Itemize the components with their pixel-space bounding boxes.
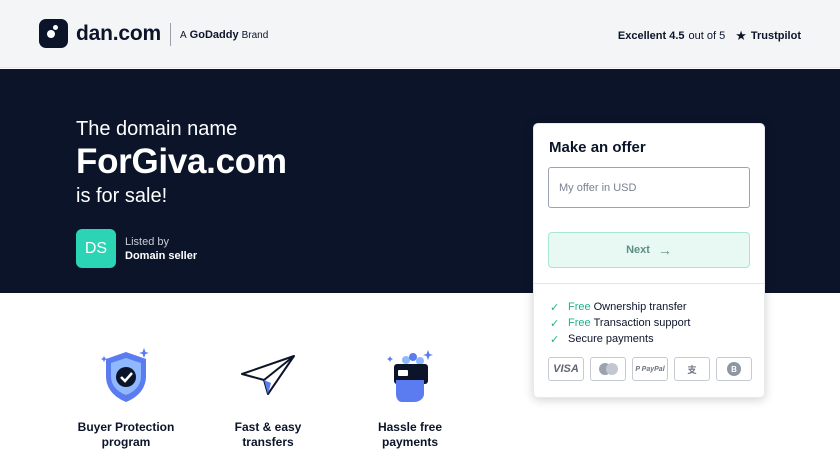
feature-buyer-protection: Buyer Protection program — [71, 344, 181, 450]
feature-label: Hassle free payments — [377, 420, 443, 449]
trustpilot-rating[interactable]: Excellent 4.5 out of 5 ★ Trustpilot — [618, 28, 801, 44]
feature-fast-transfers: Fast & easy transfers — [213, 344, 323, 450]
feature-hassle-free: Hassle free payments — [355, 344, 465, 450]
check-icon: ✓ — [550, 333, 560, 346]
mastercard-icon — [590, 357, 626, 381]
godaddy-brand: A GoDaddy Brand — [180, 29, 268, 41]
domain-name: ForGiva.com — [76, 142, 287, 181]
listed-by-label: Listed by — [125, 236, 170, 248]
benefits-list: ✓ Free Ownership transfer ✓ Free Transac… — [550, 299, 690, 347]
next-button[interactable]: Next → — [548, 232, 750, 268]
logo-text: dan.com — [76, 21, 161, 45]
seller-name: Domain seller — [125, 250, 198, 262]
brand-name: GoDaddy — [189, 29, 239, 41]
brand-suffix: Brand — [241, 30, 269, 41]
dan-logo-icon — [39, 19, 68, 48]
alipay-icon: 支 — [674, 357, 710, 381]
logo-divider — [170, 23, 171, 46]
rating-label: Excellent 4.5 — [617, 30, 685, 42]
card-divider — [534, 283, 764, 284]
arrow-right-icon: → — [657, 242, 672, 258]
benefit-free: Free — [568, 301, 591, 313]
offer-card: Make an offer Next → ✓ Free Ownership tr… — [533, 123, 765, 398]
benefit-free: Free — [568, 317, 591, 329]
benefit-text: Secure payments — [568, 333, 654, 345]
site-header: dan.com A GoDaddy Brand Excellent 4.5 ou… — [0, 0, 840, 68]
paypal-icon: P PayPal — [632, 357, 668, 381]
next-label: Next — [626, 244, 650, 256]
benefit-text: Transaction support — [593, 317, 691, 329]
bitcoin-symbol: B — [727, 362, 741, 376]
benefit-item: ✓ Secure payments — [550, 331, 690, 347]
offer-input[interactable] — [548, 167, 750, 208]
benefit-item: ✓ Free Ownership transfer — [550, 299, 690, 315]
payment-methods: VISA P PayPal 支 B — [548, 357, 752, 381]
check-icon: ✓ — [550, 301, 560, 314]
hero-line3: is for sale! — [76, 185, 168, 207]
rating-suffix: out of 5 — [688, 30, 726, 42]
visa-icon: VISA — [548, 357, 584, 381]
check-icon: ✓ — [550, 317, 560, 330]
benefit-text: Ownership transfer — [593, 301, 687, 313]
shield-check-icon — [96, 344, 156, 406]
dan-logo[interactable]: dan.com — [39, 19, 161, 48]
brand-prefix: A — [180, 30, 187, 41]
feature-label: Fast & easy transfers — [234, 420, 302, 449]
hand-card-icon — [380, 344, 440, 406]
bitcoin-icon: B — [716, 357, 752, 381]
seller-avatar: DS — [76, 229, 116, 268]
hero-line1: The domain name — [76, 118, 238, 140]
trustpilot-name: Trustpilot — [750, 30, 801, 42]
feature-label: Buyer Protection program — [77, 420, 175, 449]
offer-title: Make an offer — [549, 139, 646, 156]
paper-plane-icon — [238, 344, 298, 406]
benefit-item: ✓ Free Transaction support — [550, 315, 690, 331]
trustpilot-star-icon: ★ — [735, 28, 747, 43]
